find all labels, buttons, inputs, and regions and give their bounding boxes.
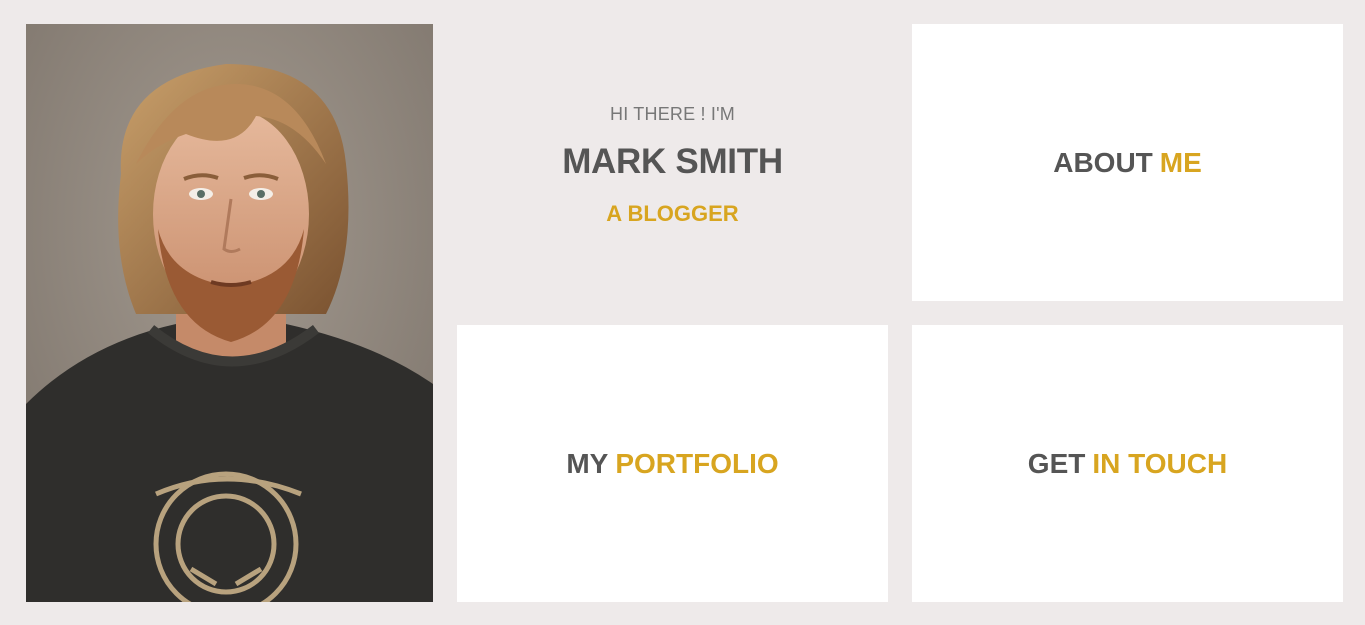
intro-section: HI THERE ! I'M MARK SMITH A BLOGGER — [457, 24, 888, 301]
about-card-accent: ME — [1159, 146, 1202, 178]
portfolio-card[interactable]: MY PORTFOLIO — [457, 325, 888, 602]
portfolio-card-lead: MY — [566, 447, 609, 479]
page: HI THERE ! I'M MARK SMITH A BLOGGER ABOU… — [0, 0, 1365, 625]
contact-card-lead: GET — [1027, 447, 1086, 479]
intro-role: A BLOGGER — [606, 201, 739, 226]
intro-greeting: HI THERE ! I'M — [610, 104, 735, 124]
contact-card-accent: IN TOUCH — [1092, 447, 1228, 479]
about-card-lead: ABOUT — [1053, 146, 1153, 178]
person-photo-icon — [26, 24, 433, 602]
profile-photo — [26, 24, 433, 602]
get-in-touch-card[interactable]: GET IN TOUCH — [912, 325, 1343, 602]
intro-name: MARK SMITH — [562, 142, 783, 181]
about-me-card[interactable]: ABOUT ME — [912, 24, 1343, 301]
portfolio-card-accent: PORTFOLIO — [615, 447, 779, 479]
